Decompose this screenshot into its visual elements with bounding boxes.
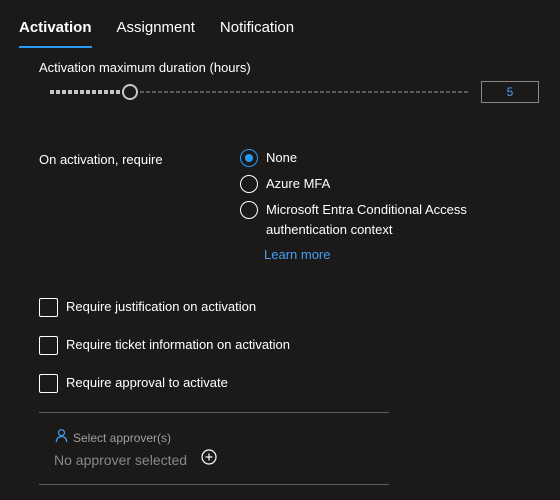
approver-bottom-divider bbox=[39, 484, 389, 485]
checkbox-row-justification[interactable]: Require justification on activation bbox=[39, 297, 256, 317]
require-label: On activation, require bbox=[39, 152, 163, 167]
duration-input[interactable] bbox=[481, 81, 539, 103]
radio-label-none: None bbox=[266, 150, 298, 165]
slider-thumb[interactable] bbox=[122, 84, 138, 100]
checkbox-justification[interactable] bbox=[39, 297, 58, 317]
checkbox-label-justification: Require justification on activation bbox=[66, 299, 257, 314]
activation-settings-page: Activation Assignment Notification Activ… bbox=[0, 0, 560, 500]
require-radio-group: None Azure MFA Microsoft Entra Condition… bbox=[240, 148, 506, 246]
radio-option-azure-mfa[interactable]: Azure MFA bbox=[240, 174, 506, 194]
checkbox-label-ticket: Require ticket information on activation bbox=[66, 337, 291, 352]
add-circle-icon[interactable] bbox=[201, 449, 217, 465]
duration-slider[interactable] bbox=[50, 84, 470, 100]
radio-option-conditional-access[interactable]: Microsoft Entra Conditional Access authe… bbox=[240, 200, 506, 240]
person-icon bbox=[54, 428, 69, 448]
checkbox-approval[interactable] bbox=[39, 373, 58, 393]
radio-none[interactable] bbox=[240, 149, 258, 167]
radio-option-none[interactable]: None bbox=[240, 148, 506, 168]
select-approvers[interactable]: Select approver(s) bbox=[54, 428, 171, 448]
tab-activation[interactable]: Activation bbox=[19, 16, 92, 48]
tab-notification[interactable]: Notification bbox=[220, 16, 294, 48]
slider-fill bbox=[50, 90, 130, 94]
radio-label-conditional-access: Microsoft Entra Conditional Access authe… bbox=[266, 202, 467, 237]
checkbox-ticket[interactable] bbox=[39, 335, 58, 355]
checkbox-row-ticket[interactable]: Require ticket information on activation bbox=[39, 335, 290, 355]
radio-conditional-access[interactable] bbox=[240, 201, 258, 219]
approver-top-divider bbox=[39, 412, 389, 413]
select-approvers-label: Select approver(s) bbox=[73, 431, 172, 445]
checkbox-label-approval: Require approval to activate bbox=[66, 375, 228, 390]
learn-more-link[interactable]: Learn more bbox=[264, 245, 330, 265]
radio-azure-mfa[interactable] bbox=[240, 175, 258, 193]
tab-bar: Activation Assignment Notification bbox=[19, 16, 319, 48]
no-approver-text: No approver selected bbox=[54, 452, 188, 468]
checkbox-row-approval[interactable]: Require approval to activate bbox=[39, 373, 228, 393]
tab-assignment[interactable]: Assignment bbox=[117, 16, 195, 48]
duration-label: Activation maximum duration (hours) bbox=[39, 60, 251, 75]
radio-label-azure-mfa: Azure MFA bbox=[266, 176, 331, 191]
